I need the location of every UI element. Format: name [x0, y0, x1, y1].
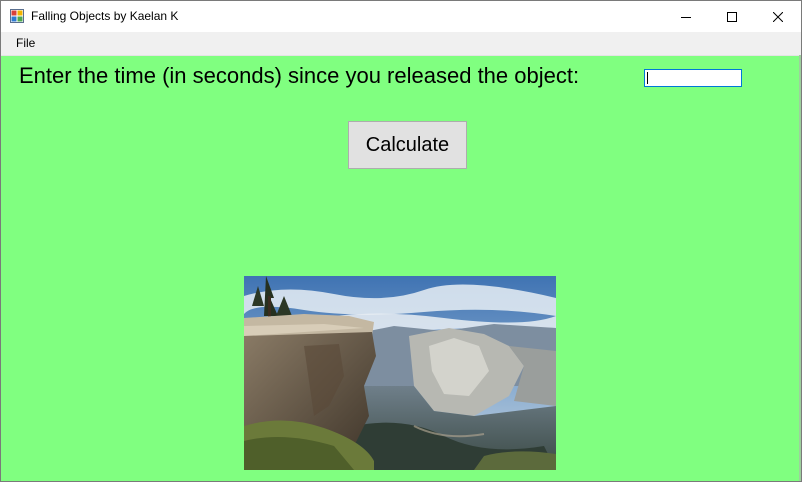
window-title: Falling Objects by Kaelan K [31, 9, 179, 23]
app-window: Falling Objects by Kaelan K File Enter t… [0, 0, 802, 482]
maximize-icon [727, 11, 737, 22]
close-button[interactable] [755, 1, 801, 32]
time-input[interactable] [644, 69, 742, 87]
calculate-button[interactable]: Calculate [348, 121, 467, 169]
minimize-icon [681, 16, 691, 18]
title-bar[interactable]: Falling Objects by Kaelan K [1, 1, 801, 32]
menu-bar: File [1, 32, 801, 56]
app-icon [10, 9, 24, 23]
text-caret [647, 72, 648, 84]
time-prompt-label: Enter the time (in seconds) since you re… [19, 63, 580, 88]
menu-item-file[interactable]: File [10, 36, 41, 51]
close-icon [773, 11, 783, 22]
cliff-landscape-photo [244, 276, 556, 470]
maximize-button[interactable] [709, 1, 755, 32]
minimize-button[interactable] [663, 1, 709, 32]
cliff-picture [244, 276, 556, 470]
window-edge [799, 55, 801, 481]
